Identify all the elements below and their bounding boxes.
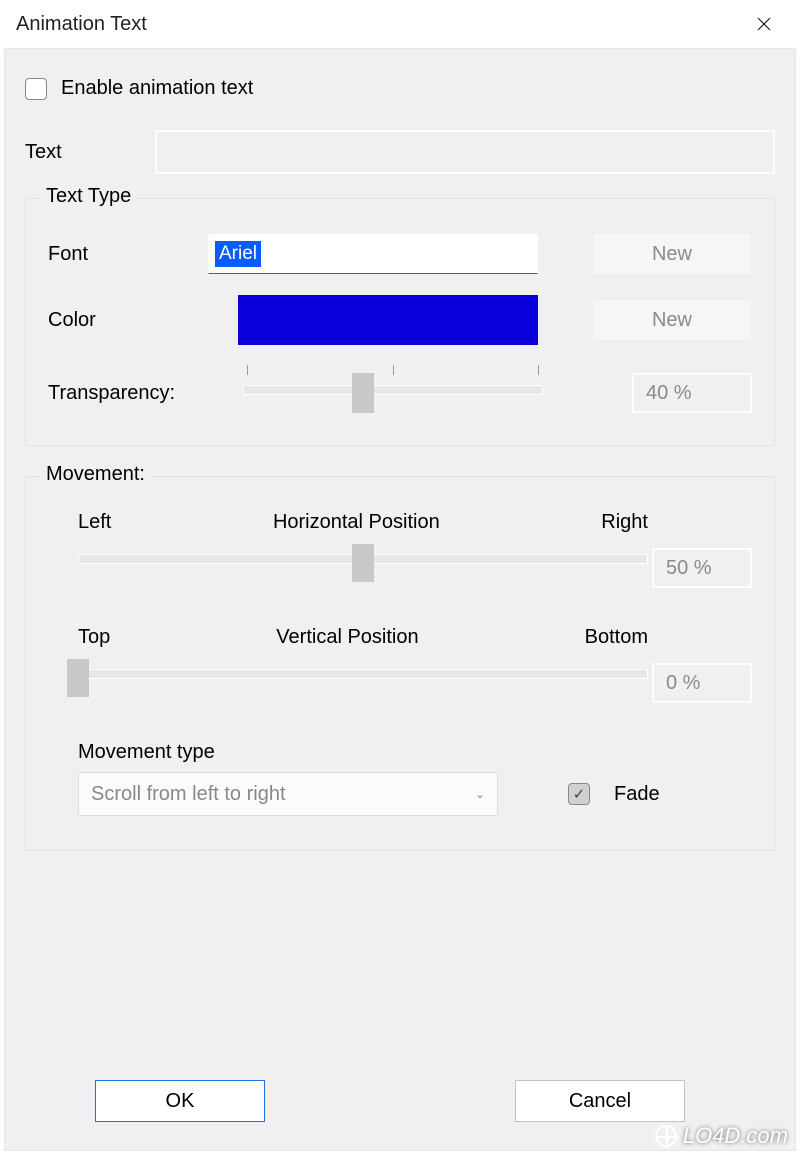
- text-label: Text: [25, 141, 155, 164]
- transparency-slider[interactable]: [243, 365, 543, 421]
- horizontal-labels: Left Horizontal Position Right: [78, 511, 648, 534]
- chevron-down-icon: ⌄: [475, 787, 485, 801]
- h-title-label: Horizontal Position: [273, 511, 440, 534]
- close-icon: [757, 17, 771, 31]
- horizontal-value: 50 %: [652, 548, 752, 588]
- ok-button[interactable]: OK: [95, 1080, 265, 1122]
- watermark: LO4D.com: [655, 1123, 788, 1149]
- v-bottom-label: Bottom: [585, 626, 648, 649]
- font-label: Font: [48, 243, 208, 266]
- font-new-button[interactable]: New: [592, 233, 752, 275]
- color-swatch[interactable]: [238, 295, 538, 345]
- movement-type-value: Scroll from left to right: [91, 783, 286, 806]
- fade-wrap: Fade: [568, 783, 660, 806]
- font-input[interactable]: Ariel: [208, 234, 538, 274]
- movement-group: Movement: Left Horizontal Position Right…: [25, 476, 775, 851]
- close-button[interactable]: [744, 4, 784, 44]
- dialog-client: Enable animation text Text Text Type Fon…: [4, 48, 796, 1151]
- vertical-labels: Top Vertical Position Bottom: [78, 626, 648, 649]
- movement-type-label: Movement type: [78, 741, 752, 764]
- color-label: Color: [48, 309, 208, 332]
- transparency-thumb[interactable]: [352, 373, 374, 413]
- vertical-thumb[interactable]: [67, 659, 89, 697]
- enable-label: Enable animation text: [61, 77, 253, 100]
- horizontal-thumb[interactable]: [352, 544, 374, 582]
- horizontal-slider[interactable]: [78, 540, 648, 596]
- fade-label: Fade: [614, 783, 660, 806]
- transparency-row: Transparency: 40 %: [48, 365, 752, 421]
- transparency-value: 40 %: [632, 373, 752, 413]
- color-new-button[interactable]: New: [592, 299, 752, 341]
- fade-checkbox[interactable]: [568, 783, 590, 805]
- watermark-text: LO4D.com: [683, 1123, 788, 1149]
- titlebar: Animation Text: [0, 0, 800, 48]
- text-type-legend: Text Type: [40, 185, 137, 208]
- window-title: Animation Text: [16, 13, 744, 36]
- enable-row: Enable animation text: [25, 77, 775, 100]
- v-top-label: Top: [78, 626, 110, 649]
- color-row: Color New: [48, 295, 752, 345]
- horizontal-row: 50 %: [48, 540, 752, 596]
- movement-type-combo[interactable]: Scroll from left to right ⌄: [78, 772, 498, 816]
- text-type-group: Text Type Font Ariel New Color New Trans…: [25, 198, 775, 446]
- font-row: Font Ariel New: [48, 233, 752, 275]
- movement-type-row: Movement type Scroll from left to right …: [48, 741, 752, 816]
- h-left-label: Left: [78, 511, 111, 534]
- vertical-slider[interactable]: [78, 655, 648, 711]
- cancel-button[interactable]: Cancel: [515, 1080, 685, 1122]
- v-title-label: Vertical Position: [276, 626, 418, 649]
- movement-legend: Movement:: [40, 463, 151, 486]
- text-row: Text: [25, 130, 775, 174]
- vertical-value: 0 %: [652, 663, 752, 703]
- globe-icon: [655, 1125, 677, 1147]
- text-input[interactable]: [155, 130, 775, 174]
- transparency-label: Transparency:: [48, 382, 243, 405]
- h-right-label: Right: [601, 511, 648, 534]
- vertical-row: 0 %: [48, 655, 752, 711]
- font-value: Ariel: [215, 241, 261, 267]
- button-bar: OK Cancel: [5, 1080, 795, 1122]
- enable-checkbox[interactable]: [25, 78, 47, 100]
